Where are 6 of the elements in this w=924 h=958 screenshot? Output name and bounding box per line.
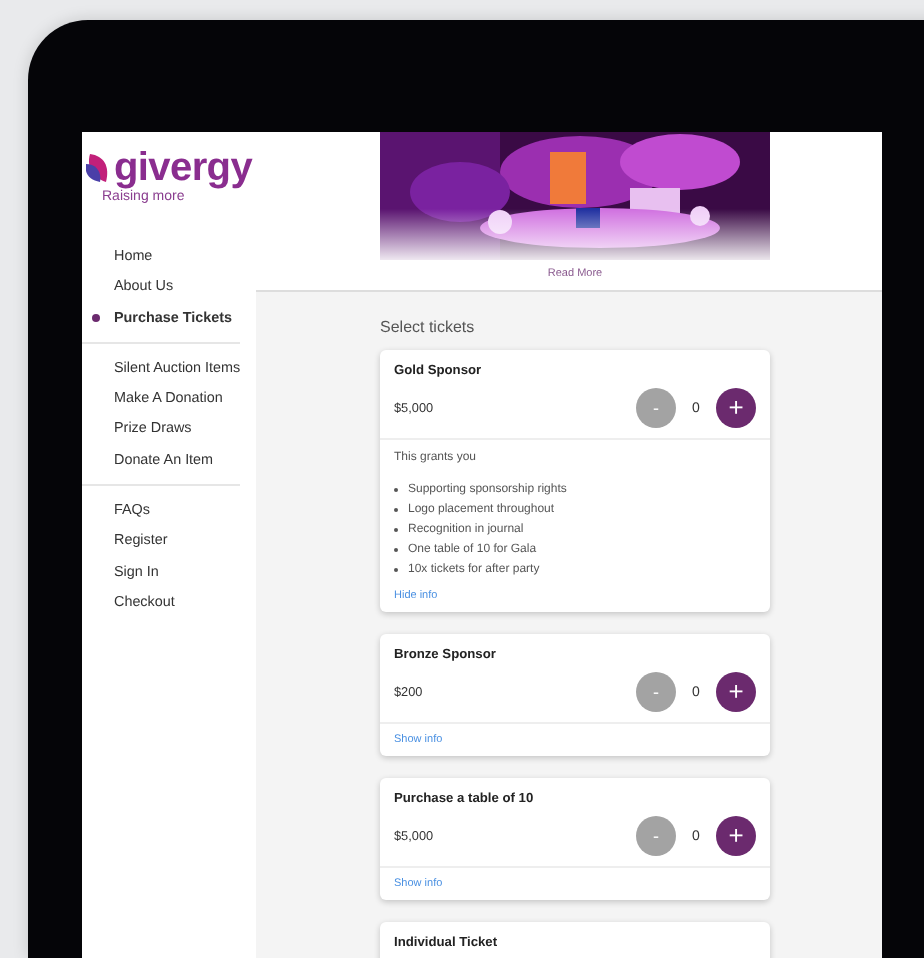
logo-wordmark: givergy	[114, 148, 253, 188]
plus-button[interactable]: +	[716, 672, 756, 712]
plus-button[interactable]: +	[716, 388, 756, 428]
section-title: Select tickets	[380, 318, 477, 336]
logo-icon	[86, 152, 110, 184]
plus-button[interactable]: +	[716, 816, 756, 856]
